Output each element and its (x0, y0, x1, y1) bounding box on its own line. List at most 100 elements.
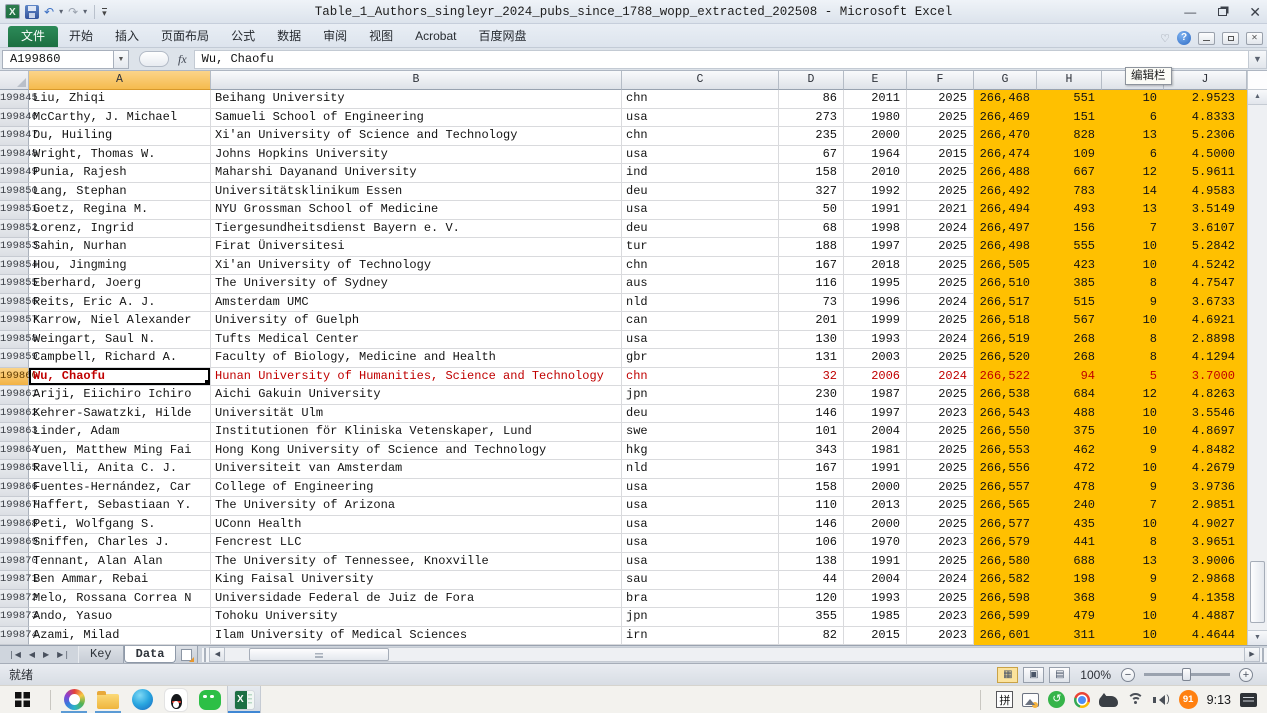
taskbar-clock[interactable]: 9:13 (1207, 693, 1231, 707)
cell-H[interactable]: 240 (1037, 497, 1102, 516)
cell-C[interactable]: aus (622, 275, 779, 294)
cell-C[interactable]: nld (622, 294, 779, 313)
cell-C[interactable]: chn (622, 127, 779, 146)
cell-F[interactable]: 2025 (907, 349, 974, 368)
ribbon-tab-9[interactable]: 百度网盘 (467, 26, 537, 47)
cell-J[interactable]: 4.7547 (1164, 275, 1247, 294)
cell-I[interactable]: 9 (1102, 571, 1164, 590)
cell-I[interactable]: 13 (1102, 127, 1164, 146)
cell-H[interactable]: 368 (1037, 590, 1102, 609)
row-header-199866[interactable]: 199866 (0, 479, 29, 498)
cell-F[interactable]: 2025 (907, 183, 974, 202)
row-header-199845[interactable]: 199845 (0, 90, 29, 109)
cell-A[interactable]: Wright, Thomas W. (29, 146, 211, 165)
cell-H[interactable]: 94 (1037, 368, 1102, 387)
row-header-199851[interactable]: 199851 (0, 201, 29, 220)
cell-B[interactable]: Universidade Federal de Juiz de Fora (211, 590, 622, 609)
name-box-dropdown-icon[interactable]: ▼ (114, 50, 129, 69)
cell-J[interactable]: 4.8482 (1164, 442, 1247, 461)
cell-I[interactable]: 12 (1102, 164, 1164, 183)
cell-A[interactable]: Melo, Rossana Correa N (29, 590, 211, 609)
cell-C[interactable]: jpn (622, 608, 779, 627)
cell-A[interactable]: Liu, Zhiqi (29, 90, 211, 109)
cell-E[interactable]: 1993 (844, 590, 907, 609)
cell-C[interactable]: deu (622, 220, 779, 239)
close-button[interactable]: ✕ (1249, 6, 1261, 18)
sheet-nav-prev-icon[interactable]: ◀ (26, 650, 38, 659)
cell-F[interactable]: 2025 (907, 275, 974, 294)
cell-H[interactable]: 268 (1037, 349, 1102, 368)
cell-H[interactable]: 479 (1037, 608, 1102, 627)
cell-A[interactable]: Sniffen, Charles J. (29, 534, 211, 553)
cell-H[interactable]: 472 (1037, 460, 1102, 479)
cell-J[interactable]: 5.2306 (1164, 127, 1247, 146)
cell-G[interactable]: 266,599 (974, 608, 1037, 627)
cell-G[interactable]: 266,553 (974, 442, 1037, 461)
row-header-199869[interactable]: 199869 (0, 534, 29, 553)
cell-E[interactable]: 1991 (844, 460, 907, 479)
cell-G[interactable]: 266,520 (974, 349, 1037, 368)
column-header-D[interactable]: D (779, 71, 844, 90)
tray-badge[interactable]: 91 (1179, 690, 1198, 709)
cell-A[interactable]: Hou, Jingming (29, 257, 211, 276)
row-header-199865[interactable]: 199865 (0, 460, 29, 479)
cell-G[interactable]: 266,519 (974, 331, 1037, 350)
cell-H[interactable]: 311 (1037, 627, 1102, 646)
cell-F[interactable]: 2024 (907, 571, 974, 590)
cell-A[interactable]: Linder, Adam (29, 423, 211, 442)
cell-D[interactable]: 131 (779, 349, 844, 368)
cell-I[interactable]: 10 (1102, 516, 1164, 535)
cell-J[interactable]: 3.9651 (1164, 534, 1247, 553)
column-header-G[interactable]: G (974, 71, 1037, 90)
zoom-slider-handle[interactable] (1182, 668, 1191, 681)
row-header-199861[interactable]: 199861 (0, 386, 29, 405)
utility-tray-icon[interactable] (1099, 696, 1118, 707)
cell-D[interactable]: 188 (779, 238, 844, 257)
cell-I[interactable]: 12 (1102, 386, 1164, 405)
cell-F[interactable]: 2025 (907, 109, 974, 128)
cell-G[interactable]: 266,557 (974, 479, 1037, 498)
page-layout-view-button[interactable]: ▣ (1023, 667, 1044, 683)
cell-C[interactable]: irn (622, 627, 779, 646)
cell-G[interactable]: 266,550 (974, 423, 1037, 442)
cell-E[interactable]: 1991 (844, 553, 907, 572)
selected-cell[interactable]: Wu, Chaofu (29, 368, 211, 387)
row-header-199853[interactable]: 199853 (0, 238, 29, 257)
cell-B[interactable]: College of Engineering (211, 479, 622, 498)
cell-I[interactable]: 6 (1102, 109, 1164, 128)
cell-H[interactable]: 462 (1037, 442, 1102, 461)
cell-E[interactable]: 2000 (844, 479, 907, 498)
taskbar-wechat-button[interactable] (193, 686, 227, 713)
row-header-199874[interactable]: 199874 (0, 627, 29, 646)
cell-E[interactable]: 1999 (844, 312, 907, 331)
cell-J[interactable]: 2.8898 (1164, 331, 1247, 350)
cell-E[interactable]: 2000 (844, 127, 907, 146)
ribbon-tab-6[interactable]: 审阅 (312, 26, 358, 47)
ribbon-tab-4[interactable]: 公式 (220, 26, 266, 47)
normal-view-button[interactable]: ▦ (997, 667, 1018, 683)
cell-B[interactable]: Universiteit van Amsterdam (211, 460, 622, 479)
cell-D[interactable]: 355 (779, 608, 844, 627)
insert-worksheet-tab[interactable] (176, 646, 198, 663)
cell-I[interactable]: 13 (1102, 201, 1164, 220)
screenshot-tool-icon[interactable] (1022, 693, 1039, 707)
row-header-199852[interactable]: 199852 (0, 220, 29, 239)
cell-A[interactable]: Yuen, Matthew Ming Fai (29, 442, 211, 461)
cell-C[interactable]: usa (622, 331, 779, 350)
cell-G[interactable]: 266,582 (974, 571, 1037, 590)
cell-A[interactable]: Punia, Rajesh (29, 164, 211, 183)
ribbon-tab-3[interactable]: 页面布局 (150, 26, 220, 47)
cell-I[interactable]: 13 (1102, 553, 1164, 572)
cell-H[interactable]: 435 (1037, 516, 1102, 535)
row-header-199849[interactable]: 199849 (0, 164, 29, 183)
cell-D[interactable]: 101 (779, 423, 844, 442)
cell-I[interactable]: 9 (1102, 479, 1164, 498)
cell-J[interactable]: 4.6921 (1164, 312, 1247, 331)
cell-B[interactable]: King Faisal University (211, 571, 622, 590)
cell-H[interactable]: 151 (1037, 109, 1102, 128)
cell-C[interactable]: sau (622, 571, 779, 590)
fill-handle[interactable] (205, 380, 210, 385)
cell-E[interactable]: 1981 (844, 442, 907, 461)
cell-D[interactable]: 86 (779, 90, 844, 109)
column-header-J[interactable]: J (1164, 71, 1247, 90)
